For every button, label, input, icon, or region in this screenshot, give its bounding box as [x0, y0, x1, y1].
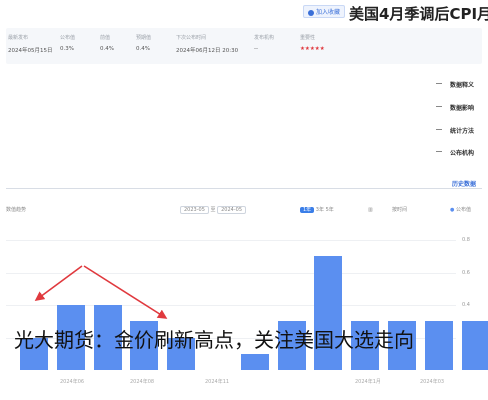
arrow-left: [34, 265, 83, 301]
arrow-right: [83, 265, 168, 319]
overlay-caption: 光大期货：金价刷新高点，关注美国大选走向: [14, 328, 414, 352]
